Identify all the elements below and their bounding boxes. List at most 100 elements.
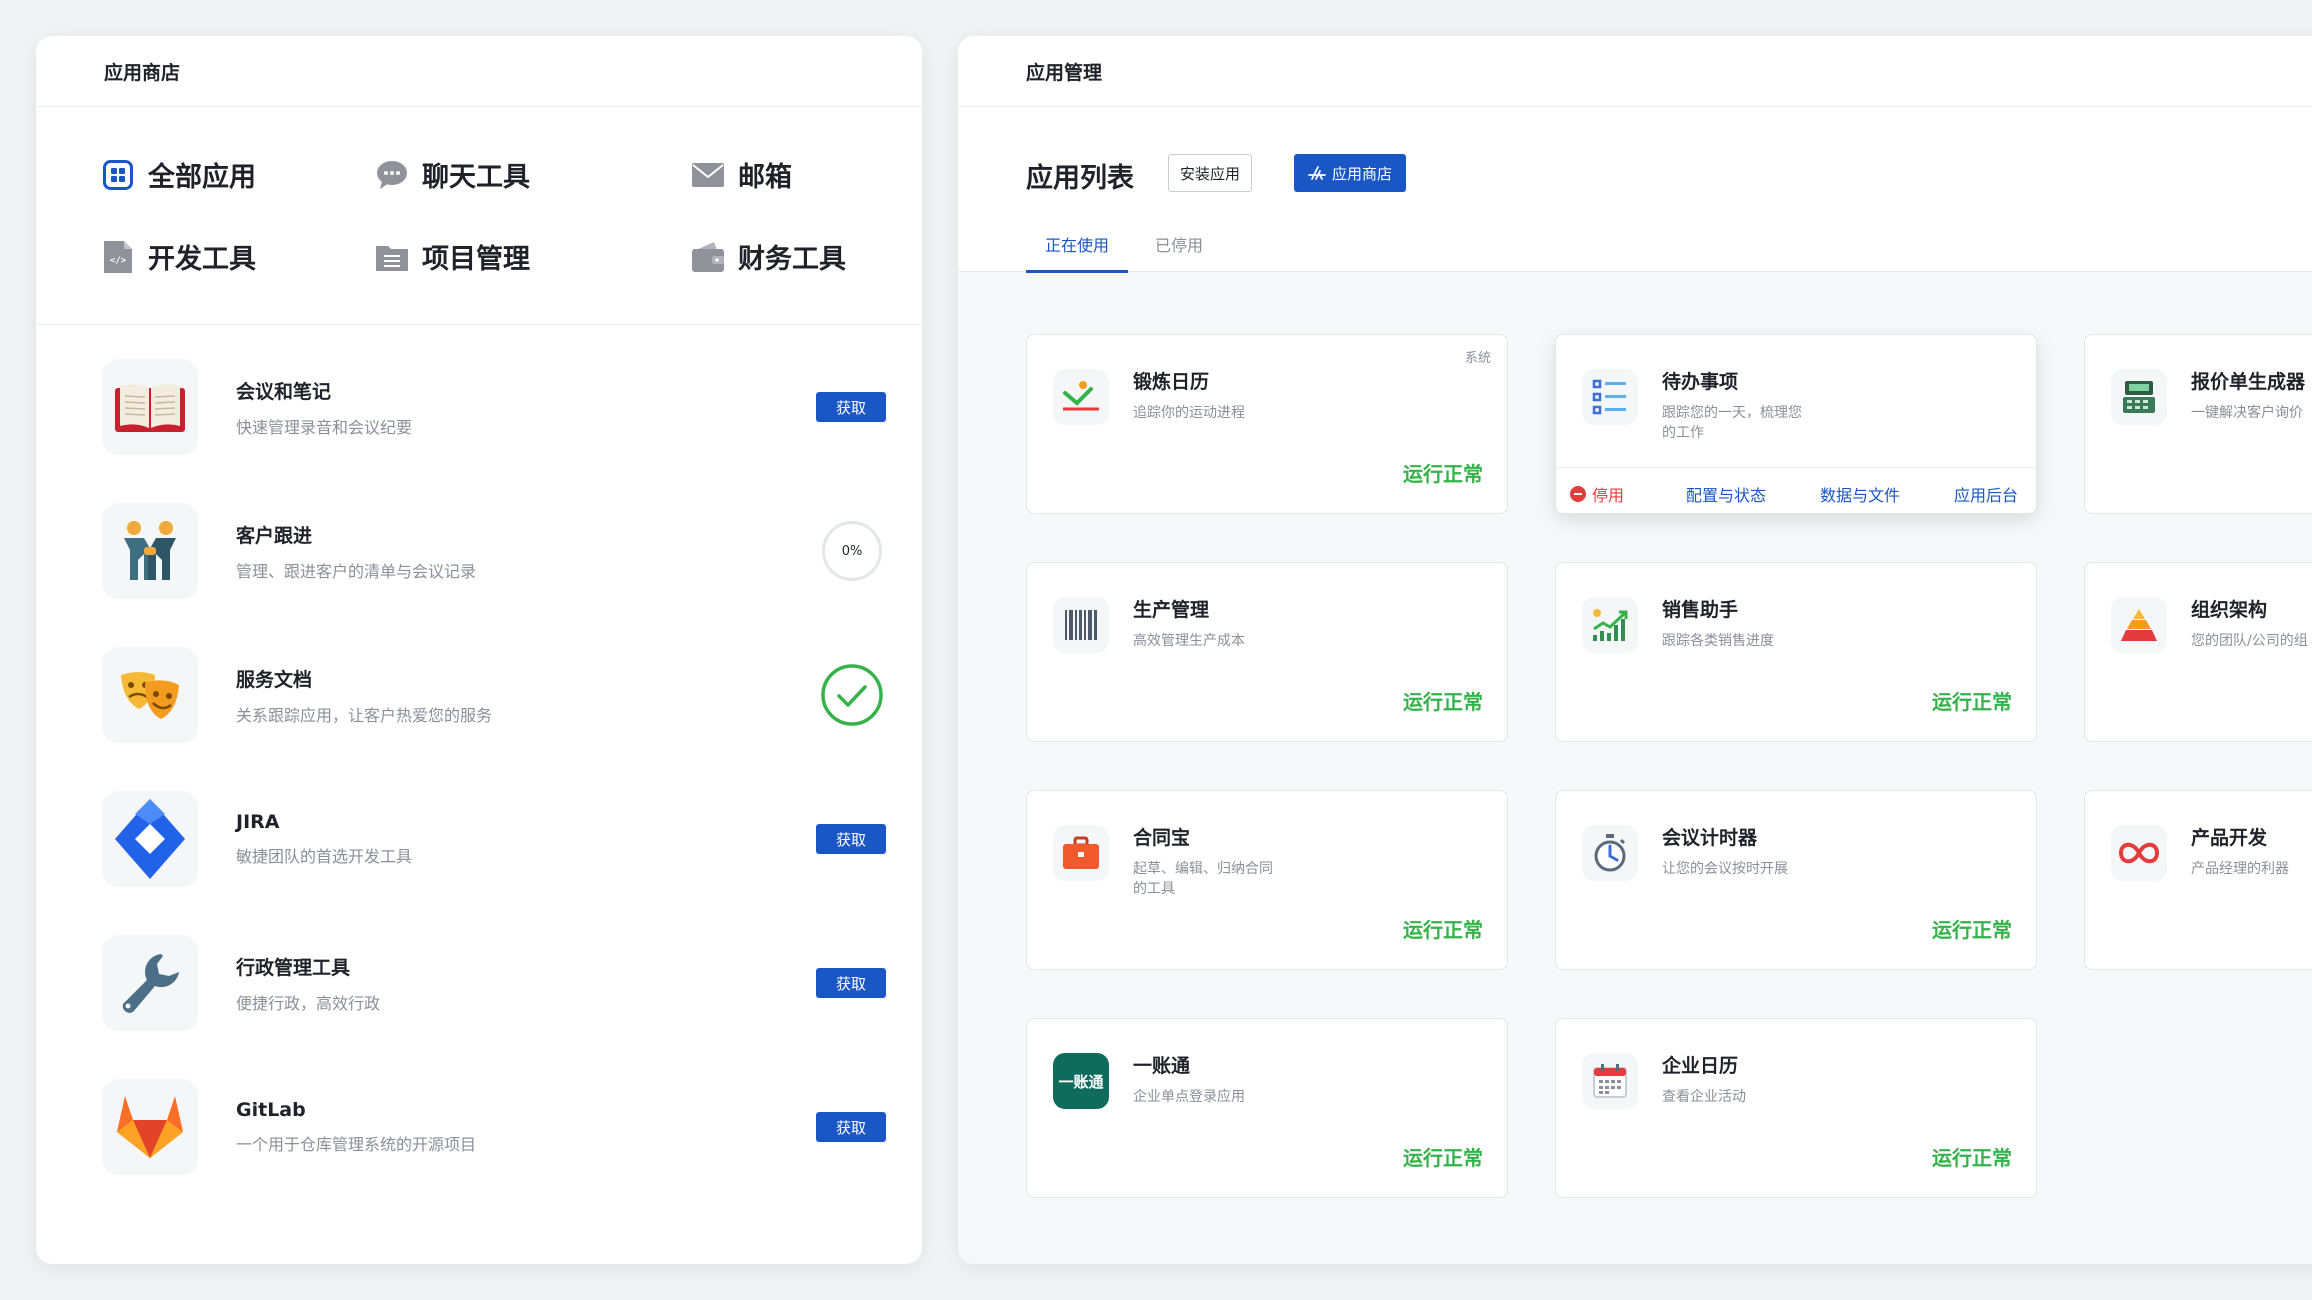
management-toolbar: 应用管理 应用列表 安装应用 应用商店 正在使用 已停用: [958, 36, 2312, 273]
category-label: 项目管理: [422, 244, 530, 275]
status-badge: 运行正常: [1932, 1146, 2012, 1170]
install-progress: 0%: [822, 521, 882, 581]
checklist-icon: [1582, 369, 1638, 425]
app-desc: 企业单点登录应用: [1133, 1089, 1245, 1105]
category-grid: 全部应用 聊天工具 邮箱 </> 开发工具 项目管理 财务工具: [36, 107, 922, 325]
app-desc: 一键解决客户询价: [2191, 405, 2303, 421]
pyramid-icon: [2111, 597, 2167, 653]
app-desc: 敏捷团队的首选开发工具: [236, 847, 413, 866]
category-label: 全部应用: [148, 162, 256, 193]
app-name: 报价单生成器: [2191, 371, 2306, 393]
app-desc: 追踪你的运动进程: [1133, 405, 1245, 421]
category-mailbox[interactable]: 邮箱: [692, 155, 792, 194]
cash-register-icon: [2111, 369, 2167, 425]
app-desc: 跟踪各类销售进度: [1662, 633, 1774, 649]
app-store-button-label: 应用商店: [1332, 164, 1393, 183]
category-chat-tools[interactable]: 聊天工具: [376, 155, 530, 194]
category-all-apps[interactable]: 全部应用: [102, 155, 256, 194]
install-app-button[interactable]: 安装应用: [1168, 154, 1253, 192]
app-name: 客户跟进: [236, 524, 313, 547]
calendar-icon: [1582, 1053, 1638, 1109]
app-desc: 高效管理生产成本: [1133, 633, 1245, 649]
list-item: 客户跟进 管理、跟进客户的清单与会议记录 0%: [102, 503, 886, 599]
config-status-link[interactable]: 配置与状态: [1686, 482, 1766, 506]
app-store-button[interactable]: 应用商店: [1294, 154, 1407, 192]
app-card[interactable]: 销售助手 跟踪各类销售进度 运行正常: [1555, 562, 2037, 742]
status-badge: 运行正常: [1932, 918, 2012, 942]
list-item: 行政管理工具 便捷行政，高效行政 获取: [102, 935, 886, 1031]
status-badge: 运行正常: [1403, 1146, 1483, 1170]
wallet-icon: [692, 241, 724, 273]
list-item: JIRA 敏捷团队的首选开发工具 获取: [102, 791, 886, 887]
app-desc: 快速管理录音和会议纪要: [236, 417, 413, 437]
app-card[interactable]: 报价单生成器 一键解决客户询价 运行正常: [2084, 334, 2312, 514]
yizhangtong-logo-icon: 一账通: [1053, 1053, 1109, 1109]
category-label: 财务工具: [738, 244, 846, 275]
tab-in-use[interactable]: 正在使用: [1026, 232, 1129, 273]
status-badge: 运行正常: [1932, 690, 2012, 714]
app-name: 合同宝: [1133, 827, 1191, 849]
get-button[interactable]: 获取: [816, 392, 886, 422]
get-button[interactable]: 获取: [816, 968, 886, 998]
app-card[interactable]: 待办事项 跟踪您的一天，梳理您的工作 停用 配置与状态 数据与文件 应用后台: [1555, 334, 2037, 514]
app-store-panel: 应用商店 全部应用 聊天工具 邮箱 </> 开发工具 项目管理 财务工具 会议和…: [36, 36, 922, 1264]
briefcase-icon: [1053, 825, 1109, 881]
status-badge: 运行正常: [1403, 690, 1483, 714]
app-name: 会议计时器: [1662, 827, 1758, 849]
list-item: GitLab 一个用于仓库管理系统的开源项目 获取: [102, 1079, 886, 1175]
get-button[interactable]: 获取: [816, 1112, 886, 1142]
app-name: 行政管理工具: [236, 956, 351, 979]
app-name: GitLab: [236, 1099, 306, 1121]
growth-chart-icon: [1582, 597, 1638, 653]
svg-text:</>: </>: [110, 256, 127, 266]
app-store-icon: [1308, 165, 1326, 181]
book-icon: [102, 359, 198, 455]
get-button[interactable]: 获取: [816, 824, 886, 854]
app-card[interactable]: 合同宝 起草、编辑、归纳合同的工具 运行正常: [1026, 790, 1508, 970]
wrench-icon: [102, 935, 198, 1031]
system-tag: 系统: [1464, 351, 1491, 366]
app-name: 服务文档: [236, 668, 313, 691]
data-files-link[interactable]: 数据与文件: [1820, 482, 1900, 506]
theater-masks-icon: [102, 647, 198, 743]
status-tabs: 正在使用 已停用: [1026, 232, 1230, 273]
app-card[interactable]: 产品开发 产品经理的利器 运行正常: [2084, 790, 2312, 970]
app-name: 一账通: [1133, 1055, 1191, 1077]
list-item: 服务文档 关系跟踪应用，让客户热爱您的服务: [102, 647, 886, 743]
disable-label: 停用: [1592, 486, 1625, 505]
card-actions: 停用 配置与状态 数据与文件 应用后台: [1556, 467, 2036, 513]
grid-icon: [102, 159, 134, 191]
app-card[interactable]: 一账通 一账通 企业单点登录应用 运行正常: [1026, 1018, 1508, 1198]
app-card[interactable]: 组织架构 您的团队/公司的组 运行正常: [2084, 562, 2312, 742]
gitlab-logo-icon: [102, 1079, 198, 1175]
app-desc: 您的团队/公司的组: [2191, 633, 2308, 649]
category-finance-tools[interactable]: 财务工具: [692, 237, 846, 276]
app-card[interactable]: 生产管理 高效管理生产成本 运行正常: [1026, 562, 1508, 742]
disable-button[interactable]: 停用: [1570, 482, 1624, 506]
category-dev-tools[interactable]: </> 开发工具: [102, 237, 256, 276]
app-desc: 便捷行政，高效行政: [236, 993, 381, 1013]
tab-disabled[interactable]: 已停用: [1136, 232, 1222, 273]
chat-icon: [376, 159, 408, 191]
app-desc: 让您的会议按时开展: [1662, 861, 1788, 877]
app-admin-link[interactable]: 应用后台: [1954, 482, 2018, 506]
logo-text: 一账通: [1058, 1072, 1104, 1091]
app-desc: 跟踪您的一天，梳理您的工作: [1662, 405, 1802, 441]
page-title: 应用列表: [1026, 163, 1134, 194]
app-name: 销售助手: [1662, 599, 1739, 621]
jira-logo-icon: [102, 791, 198, 887]
app-desc: 起草、编辑、归纳合同的工具: [1133, 861, 1273, 897]
status-badge: 运行正常: [1403, 918, 1483, 942]
list-item: 会议和笔记 快速管理录音和会议纪要 获取: [102, 359, 886, 455]
app-card[interactable]: 企业日历 查看企业活动 运行正常: [1555, 1018, 2037, 1198]
app-card[interactable]: 系统 锻炼日历 追踪你的运动进程 运行正常: [1026, 334, 1508, 514]
barcode-icon: [1053, 597, 1109, 653]
app-store-header: 应用商店: [36, 36, 922, 107]
app-desc: 一个用于仓库管理系统的开源项目: [236, 1135, 477, 1154]
app-card[interactable]: 会议计时器 让您的会议按时开展 运行正常: [1555, 790, 2037, 970]
category-project-management[interactable]: 项目管理: [376, 237, 530, 276]
code-file-icon: </>: [102, 240, 134, 273]
app-name: 锻炼日历: [1133, 371, 1210, 393]
app-management-panel: 应用管理 应用列表 安装应用 应用商店 正在使用 已停用 系统 锻炼日历 追踪你…: [958, 36, 2312, 1264]
app-name: 组织架构: [2191, 599, 2268, 621]
